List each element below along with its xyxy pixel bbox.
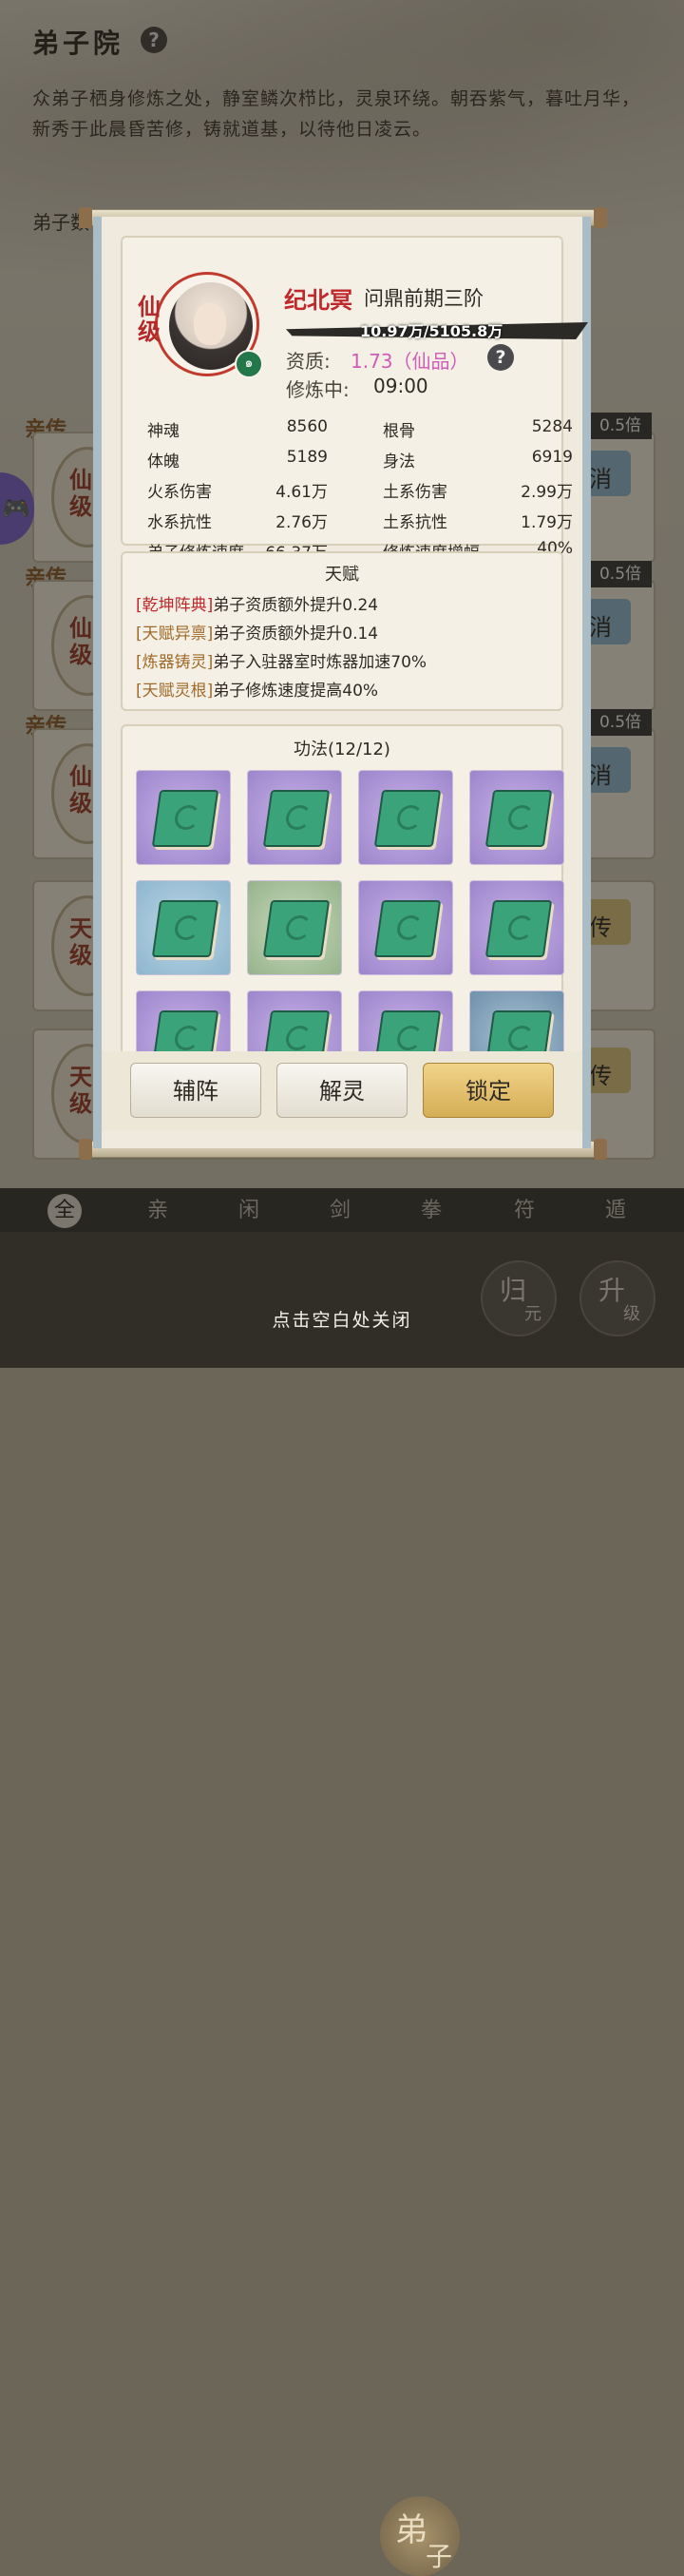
disciple-name: 纪北冥 (284, 287, 352, 314)
action-bar: 辅阵 解灵 锁定 (102, 1051, 582, 1131)
skill-slot[interactable] (247, 990, 342, 1055)
talent-tag: [乾坤阵典] (136, 596, 214, 615)
stat-right-value: 1.79万 (521, 513, 573, 532)
disciple-realm: 问鼎前期三阶 (364, 287, 484, 310)
lock-button[interactable]: 锁定 (423, 1063, 554, 1118)
stat-right-label: 根骨 (383, 422, 415, 441)
talent-text: 弟子资质额外提升0.14 (213, 625, 379, 644)
stat-row: 神魂 8560 根骨 5284 (142, 413, 584, 444)
stat-left-value: 4.61万 (276, 483, 328, 502)
disciple-button-sub: 子 (426, 2541, 453, 2572)
stat-right-value: 5284 (531, 417, 573, 436)
skill-slot[interactable] (136, 990, 231, 1055)
talent-item: [炼器铸灵]弟子入驻器室时炼器加速70% (136, 648, 427, 672)
training-label: 修炼中: (286, 378, 350, 401)
skill-slot[interactable] (358, 770, 453, 865)
skill-slot[interactable] (469, 770, 564, 865)
talent-tag: [天赋异禀] (136, 625, 214, 644)
stat-right-label: 身法 (383, 452, 415, 471)
stat-left-value: 8560 (286, 417, 328, 436)
talent-item: [天赋灵根]弟子修炼速度提高40% (136, 677, 378, 701)
stat-row: 水系抗性 2.76万 土系抗性 1.79万 (142, 505, 584, 535)
talent-item: [天赋异禀]弟子资质额外提升0.14 (136, 620, 378, 644)
training-time: 09:00 (373, 375, 428, 397)
stat-left-label: 神魂 (147, 422, 180, 441)
book-icon (151, 1010, 219, 1055)
grade-badge: 仙级 (138, 293, 161, 345)
stat-right-value: 6919 (531, 448, 573, 467)
skill-slot[interactable] (358, 990, 453, 1055)
book-icon (484, 790, 553, 847)
talent-tag: [天赋灵根] (136, 682, 214, 701)
stat-left-value: 5189 (286, 448, 328, 467)
assist-button[interactable]: 辅阵 (130, 1063, 261, 1118)
skill-slot[interactable] (469, 880, 564, 975)
stat-right-label: 土系抗性 (383, 513, 447, 532)
book-icon (151, 900, 219, 957)
skill-slot[interactable] (247, 880, 342, 975)
skill-grid[interactable] (136, 770, 565, 1055)
stat-left-label: 水系抗性 (147, 513, 212, 532)
book-icon (373, 900, 442, 957)
swirl-icon: ๑ (235, 350, 263, 378)
skill-section: 功法(12/12) (121, 724, 565, 1067)
book-icon (373, 790, 442, 847)
aptitude-help-icon[interactable]: ? (487, 344, 514, 371)
skill-slot[interactable] (247, 770, 342, 865)
stat-row: 火系伤害 4.61万 土系伤害 2.99万 (142, 474, 584, 505)
talent-text: 弟子资质额外提升0.24 (213, 596, 379, 615)
profile-section: 仙级 ๑ 纪北冥 问鼎前期三阶 10.97万/5105.8万 资质: 1.73（… (121, 236, 588, 556)
disciple-button[interactable]: 弟 子 (380, 2496, 460, 2576)
skill-slot[interactable] (136, 770, 231, 865)
disciple-button-label: 弟 (395, 2511, 428, 2549)
stat-left-value: 2.76万 (276, 513, 328, 532)
talent-title: 天赋 (325, 565, 359, 585)
talent-text: 弟子入驻器室时炼器加速70% (213, 653, 428, 672)
stat-right-label: 土系伤害 (383, 483, 447, 502)
book-icon (373, 1010, 442, 1055)
talent-item: [乾坤阵典]弟子资质额外提升0.24 (136, 591, 378, 615)
release-button[interactable]: 解灵 (276, 1063, 408, 1118)
aptitude-value: 1.73（仙品） (351, 350, 469, 373)
book-icon (262, 1010, 331, 1055)
stat-right-value: 2.99万 (521, 483, 573, 502)
stat-left-label: 体魄 (147, 452, 180, 471)
close-hint: 点击空白处关闭 (272, 1310, 412, 1331)
book-icon (151, 790, 219, 847)
stats-list[interactable]: 神魂 8560 根骨 5284 体魄 5189 身法 6919 火系伤害 4.61万 土系伤害 2.9… (142, 413, 584, 556)
exp-text: 10.97万/5105.8万 (360, 322, 504, 340)
aptitude-label: 资质: (286, 350, 331, 373)
book-icon (484, 1010, 553, 1055)
talent-section: 天赋 [乾坤阵典]弟子资质额外提升0.24 [天赋异禀]弟子资质额外提升0.14[… (121, 551, 563, 711)
talent-text: 弟子修炼速度提高40% (213, 682, 379, 701)
skill-title: 功法(12/12) (294, 740, 390, 759)
skill-slot[interactable] (469, 990, 564, 1055)
book-icon (262, 790, 331, 847)
skill-slot[interactable] (358, 880, 453, 975)
disciple-detail-panel: 仙级 ๑ 纪北冥 问鼎前期三阶 10.97万/5105.8万 资质: 1.73（… (93, 217, 591, 1148)
stat-left-label: 火系伤害 (147, 483, 212, 502)
skill-slot[interactable] (136, 880, 231, 975)
talent-tag: [炼器铸灵] (136, 653, 214, 672)
stat-row: 体魄 5189 身法 6919 (142, 444, 584, 474)
book-icon (262, 900, 331, 957)
book-icon (484, 900, 553, 957)
